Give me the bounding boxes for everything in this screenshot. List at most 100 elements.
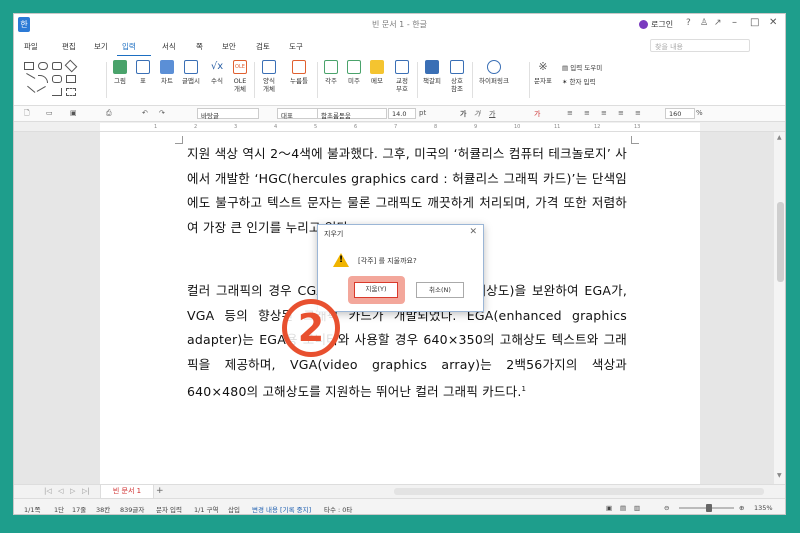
font-select[interactable]: 함초롬돋움 xyxy=(317,108,387,120)
new-doc-icon[interactable]: 🗋 xyxy=(24,109,30,120)
minimize-icon[interactable]: – xyxy=(732,17,737,28)
picture-button[interactable]: 그림 xyxy=(109,60,131,85)
cancel-button[interactable]: 취소(N) xyxy=(416,282,464,298)
menu-view[interactable]: 보기 xyxy=(94,41,108,52)
status-insert-mode[interactable]: 삽입 xyxy=(228,504,240,514)
freeform-shape-icon[interactable] xyxy=(66,88,76,96)
zoom-in-icon[interactable]: ⊕ xyxy=(739,504,744,512)
polygon-shape-icon[interactable] xyxy=(66,75,76,83)
vertical-scroll-thumb[interactable] xyxy=(777,202,784,282)
zoom-out-icon[interactable]: ⊖ xyxy=(664,504,669,512)
align-right-icon[interactable]: ≡ xyxy=(618,109,624,117)
rounded-rect-shape-icon[interactable] xyxy=(52,62,62,70)
menu-review[interactable]: 검토 xyxy=(256,41,270,52)
form-button[interactable]: 양식 개체 xyxy=(257,60,281,93)
tab-document-1[interactable]: 빈 문서 1 xyxy=(100,485,154,498)
share-icon[interactable]: ↗ xyxy=(714,18,722,28)
delete-ok-button[interactable]: 지움(Y) xyxy=(354,282,398,298)
menu-file[interactable]: 파일 xyxy=(24,41,38,52)
menu-tools[interactable]: 도구 xyxy=(289,41,303,52)
tab-next-icon[interactable]: ▷ xyxy=(70,487,75,495)
chart-button[interactable]: 차트 xyxy=(156,60,178,85)
menu-edit[interactable]: 편집 xyxy=(62,41,76,52)
charmap-button[interactable]: ※ 문자표 xyxy=(528,60,558,85)
save-icon[interactable]: ▣ xyxy=(70,109,77,117)
footnote-marker[interactable]: 1 xyxy=(522,385,527,393)
align-center-icon[interactable]: ≡ xyxy=(601,109,607,117)
scroll-down-icon[interactable]: ▼ xyxy=(777,472,782,479)
connector-shape-icon[interactable] xyxy=(36,86,50,98)
ellipse-shape-icon[interactable] xyxy=(38,62,48,70)
hanja-input-button[interactable]: ✶ 한자 입력 xyxy=(562,76,596,86)
menu-format[interactable]: 서식 xyxy=(162,41,176,52)
undo-icon[interactable]: ↶ xyxy=(142,109,148,117)
status-page[interactable]: 1/1쪽 xyxy=(24,504,40,514)
scroll-up-icon[interactable]: ▲ xyxy=(777,134,782,141)
wordart-button[interactable]: 글맵시 xyxy=(178,60,204,85)
zoom-unit: % xyxy=(696,109,703,117)
style-select[interactable]: 바탕글 xyxy=(197,108,259,120)
view-page-icon[interactable]: ▤ xyxy=(620,504,626,512)
align-left-icon[interactable]: ≡ xyxy=(584,109,590,117)
distribute-icon[interactable]: ≡ xyxy=(635,109,641,117)
font-size-input[interactable]: 14.0 xyxy=(388,108,416,119)
curve-shape-icon[interactable] xyxy=(52,75,62,83)
print-icon[interactable]: ⎙ xyxy=(106,109,112,118)
table-button[interactable]: 표 xyxy=(132,60,154,85)
bookmark-button[interactable]: 책갈피 xyxy=(420,60,444,85)
rect-shape-icon[interactable] xyxy=(24,62,34,70)
field-button[interactable]: 누름틀 xyxy=(284,60,314,85)
like-icon[interactable]: ♙ xyxy=(700,18,708,28)
diamond-shape-icon[interactable] xyxy=(64,59,78,73)
picture-icon xyxy=(113,60,127,74)
tab-first-icon[interactable]: |◁ xyxy=(44,487,52,495)
dialog-close-icon[interactable]: ✕ xyxy=(469,227,477,237)
memo-button[interactable]: 메모 xyxy=(366,60,388,85)
arrow-shape-icon[interactable] xyxy=(22,85,36,99)
form-icon xyxy=(262,60,276,74)
hyperlink-button[interactable]: 하이퍼링크 xyxy=(474,60,514,85)
proof-button[interactable]: 교정 부호 xyxy=(390,60,414,93)
ole-button[interactable]: OLE OLE 개체 xyxy=(228,60,252,93)
formula-button[interactable]: √x 수식 xyxy=(206,60,228,85)
format-toolbar: 🗋 ▭ ▣ ⎙ ↶ ↷ 바탕글 대표 함초롬돋움 14.0 pt 가 가 가 가… xyxy=(14,106,785,122)
redo-icon[interactable]: ↷ xyxy=(159,109,165,117)
endnote-button[interactable]: 미주 xyxy=(343,60,365,85)
shapes-gallery[interactable] xyxy=(22,59,102,100)
view-normal-icon[interactable]: ▣ xyxy=(606,504,612,512)
bold-icon[interactable]: 가 xyxy=(460,109,466,119)
line-shape-icon[interactable] xyxy=(22,73,36,85)
menu-page[interactable]: 쪽 xyxy=(196,41,203,52)
horizontal-scrollbar[interactable] xyxy=(394,488,764,495)
login-label: 로그인 xyxy=(651,20,674,29)
underline-icon[interactable]: 가 xyxy=(489,109,495,119)
font-color-icon[interactable]: 가 xyxy=(534,109,540,119)
status-zoom[interactable]: 135% xyxy=(754,504,773,512)
help-icon[interactable]: ? xyxy=(686,18,691,28)
view-web-icon[interactable]: ▥ xyxy=(634,504,640,512)
maximize-icon[interactable]: □ xyxy=(750,17,759,28)
footnote-button[interactable]: 각주 xyxy=(320,60,342,85)
ribbon-separator xyxy=(106,62,107,98)
arc-shape-icon[interactable] xyxy=(38,75,48,83)
open-folder-icon[interactable]: ▭ xyxy=(46,109,53,117)
tab-prev-icon[interactable]: ◁ xyxy=(58,487,63,495)
elbow-shape-icon[interactable] xyxy=(52,88,62,96)
add-tab-button[interactable]: + xyxy=(156,486,164,496)
input-helper-button[interactable]: ▤ 입력 도우미 xyxy=(562,62,602,72)
align-justify-icon[interactable]: ≡ xyxy=(567,109,573,117)
search-input[interactable]: 찾을 내용 xyxy=(650,39,750,52)
zoom-select[interactable]: 160 xyxy=(665,108,695,119)
italic-icon[interactable]: 가 xyxy=(474,109,480,119)
warning-mark: ! xyxy=(339,255,344,265)
login-button[interactable]: 로그인 xyxy=(639,19,673,30)
zoom-slider-thumb[interactable] xyxy=(706,504,712,512)
close-icon[interactable]: ✕ xyxy=(769,17,777,28)
vertical-scrollbar[interactable]: ▲ ▼ xyxy=(774,132,785,484)
crossref-button[interactable]: 상호 참조 xyxy=(446,60,468,93)
menu-insert[interactable]: 입력 xyxy=(122,41,136,52)
tab-last-icon[interactable]: ▷| xyxy=(82,487,90,495)
status-track-changes[interactable]: 변경 내용 [기록 중지] xyxy=(252,504,311,514)
field-icon xyxy=(292,60,306,74)
menu-security[interactable]: 보안 xyxy=(222,41,236,52)
